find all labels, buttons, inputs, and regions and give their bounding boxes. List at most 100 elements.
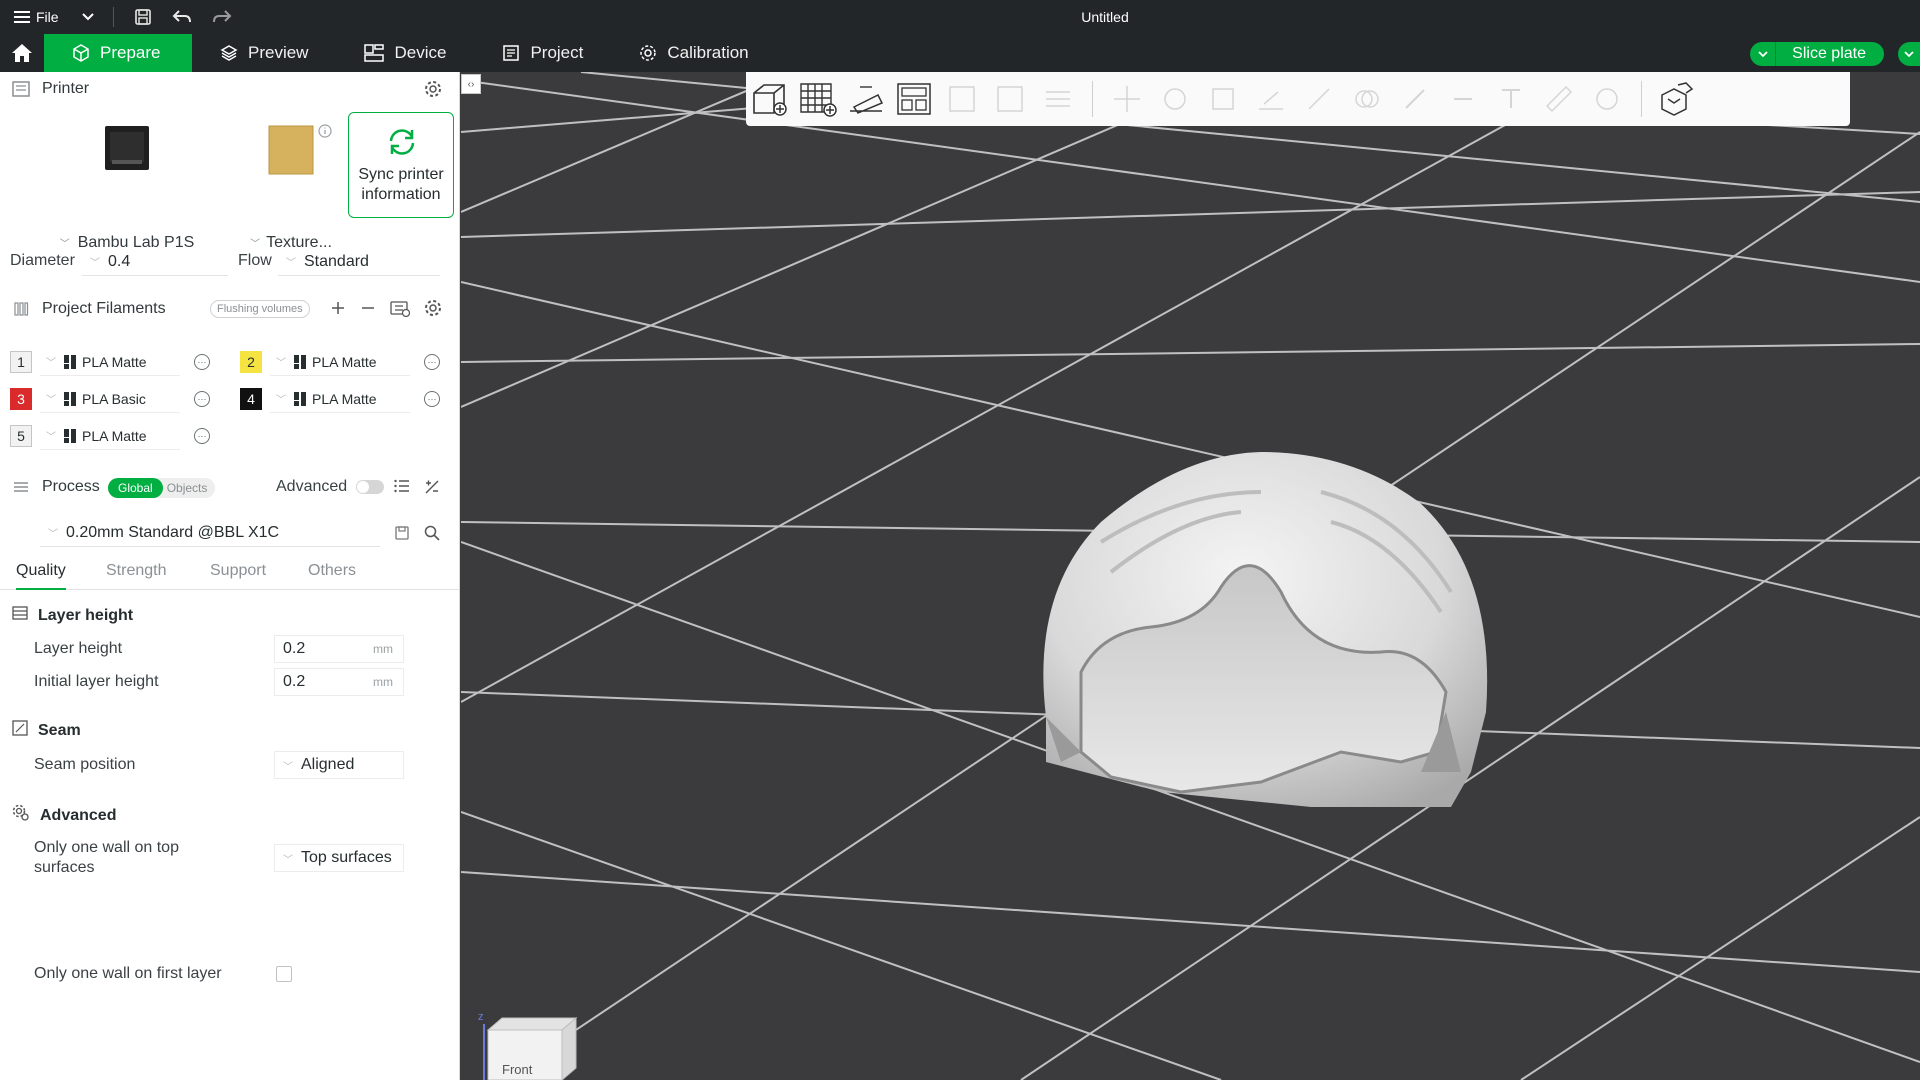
rotate-icon[interactable]	[1151, 75, 1199, 123]
sync-printer-button[interactable]: Sync printer information	[348, 112, 454, 218]
divider	[112, 7, 114, 27]
global-toggle-option[interactable]: Global	[108, 478, 163, 498]
seam-painting-icon[interactable]	[1439, 75, 1487, 123]
one-wall-first-layer-checkbox[interactable]	[276, 966, 292, 982]
advanced-label: Advanced	[276, 478, 348, 495]
add-object-icon[interactable]	[746, 75, 794, 123]
filament-type-select[interactable]: ﹀ PLA Matte	[270, 348, 410, 376]
assembly-view-icon[interactable]	[1652, 75, 1700, 123]
color-painting-icon[interactable]	[1583, 75, 1631, 123]
seam-position-value: Aligned	[301, 756, 355, 773]
tab-strength[interactable]: Strength	[106, 562, 166, 580]
chevron-down-icon[interactable]	[81, 9, 95, 25]
printer-selector[interactable]: ﹀ Bambu Lab P1S	[52, 124, 202, 254]
filament-type-select[interactable]: ﹀ PLA Matte	[40, 348, 180, 376]
flow-value: Standard	[304, 252, 369, 270]
info-icon[interactable]	[318, 124, 332, 143]
file-menu-button[interactable]: File	[14, 9, 59, 25]
tab-calibration[interactable]: Calibration	[611, 34, 776, 72]
slice-plate-control: Slice plate	[1750, 42, 1884, 66]
layer-height-group-header: Layer height	[12, 606, 133, 625]
tab-preview[interactable]: Preview	[192, 34, 336, 72]
add-filament-icon[interactable]	[330, 300, 346, 321]
hamburger-icon	[14, 11, 30, 23]
sync-ams-icon[interactable]	[390, 299, 411, 322]
tab-label: Preview	[248, 43, 309, 62]
split-parts-icon[interactable]	[986, 75, 1034, 123]
tab-quality[interactable]: Quality	[16, 562, 66, 590]
seam-group-header: Seam	[12, 720, 81, 741]
collapse-sidebar-button[interactable]: ‹›	[461, 74, 481, 94]
filaments-section-header: Project Filaments	[12, 300, 166, 318]
edit-filament-icon[interactable]: ⋯	[424, 354, 440, 370]
tab-project[interactable]: Project	[474, 34, 611, 72]
tab-support[interactable]: Support	[210, 562, 266, 580]
initial-layer-height-input[interactable]: 0.2 mm	[274, 668, 404, 696]
unit-label: mm	[373, 675, 393, 689]
3d-viewport[interactable]	[461, 72, 1920, 1080]
seam-icon	[12, 720, 28, 741]
slice-dropdown-button[interactable]	[1750, 42, 1777, 66]
diameter-select[interactable]: ﹀ 0.4	[82, 248, 228, 276]
filament-type-select[interactable]: ﹀ PLA Matte	[270, 385, 410, 413]
bambu-logo-icon	[64, 391, 76, 406]
more-dropdown-button[interactable]	[1898, 42, 1920, 66]
main-nav: Prepare Preview Device Project Calibrati…	[0, 34, 1920, 72]
filament-settings-icon[interactable]	[424, 299, 442, 322]
filament-color-swatch[interactable]: 2	[240, 351, 262, 373]
edit-filament-icon[interactable]: ⋯	[194, 354, 210, 370]
seam-position-select[interactable]: ﹀ Aligned	[274, 751, 404, 779]
edit-filament-icon[interactable]: ⋯	[424, 391, 440, 407]
add-plate-icon[interactable]	[794, 75, 842, 123]
flushing-volumes-button[interactable]: Flushing volumes	[210, 300, 310, 318]
compare-icon[interactable]	[424, 479, 440, 500]
edit-filament-icon[interactable]: ⋯	[194, 428, 210, 444]
printer-settings-icon[interactable]	[424, 80, 442, 103]
title-bar: File Untitled	[0, 0, 1920, 34]
lay-on-face-icon[interactable]	[1247, 75, 1295, 123]
redo-icon[interactable]	[212, 9, 232, 25]
home-button[interactable]	[0, 34, 44, 72]
text-shape-icon[interactable]	[1487, 75, 1535, 123]
chevron-down-icon: ﹀	[46, 358, 56, 369]
filament-color-swatch[interactable]: 5	[10, 425, 32, 447]
split-objects-icon[interactable]	[938, 75, 986, 123]
scale-icon[interactable]	[1199, 75, 1247, 123]
view-cube[interactable]: z Front	[478, 1010, 588, 1080]
support-painting-icon[interactable]	[1391, 75, 1439, 123]
auto-orient-icon[interactable]	[842, 75, 890, 123]
flow-select[interactable]: ﹀ Standard	[278, 248, 440, 276]
home-icon	[12, 44, 32, 62]
save-icon[interactable]	[134, 8, 152, 26]
filament-color-swatch[interactable]: 3	[10, 388, 32, 410]
cut-icon[interactable]	[1295, 75, 1343, 123]
filament-type-select[interactable]: ﹀ PLA Matte	[40, 422, 180, 450]
measure-icon[interactable]	[1535, 75, 1583, 123]
boolean-icon[interactable]	[1343, 75, 1391, 123]
filament-type-select[interactable]: ﹀ PLA Basic	[40, 385, 180, 413]
one-wall-top-select[interactable]: ﹀ Top surfaces	[274, 844, 404, 872]
filament-color-swatch[interactable]: 4	[240, 388, 262, 410]
advanced-switch[interactable]	[356, 480, 384, 494]
tab-device[interactable]: Device	[336, 34, 474, 72]
tab-others[interactable]: Others	[308, 562, 356, 580]
objects-toggle-option[interactable]: Objects	[163, 478, 216, 498]
layer-height-input[interactable]: 0.2 mm	[274, 635, 404, 663]
undo-icon[interactable]	[172, 9, 192, 25]
move-icon[interactable]	[1103, 75, 1151, 123]
layers-editing-icon[interactable]	[1034, 75, 1082, 123]
filament-color-swatch[interactable]: 1	[10, 351, 32, 373]
remove-filament-icon[interactable]	[360, 300, 376, 321]
process-preset-select[interactable]: ﹀ 0.20mm Standard @BBL X1C	[40, 519, 380, 547]
search-icon[interactable]	[424, 525, 440, 546]
edit-filament-icon[interactable]: ⋯	[194, 391, 210, 407]
flow-label: Flow	[238, 252, 272, 269]
tab-prepare[interactable]: Prepare	[44, 34, 192, 72]
plate-selector[interactable]: ﹀ Texture...	[236, 124, 346, 254]
slice-plate-button[interactable]: Slice plate	[1776, 42, 1884, 66]
arrange-icon[interactable]	[890, 75, 938, 123]
toolbar-divider	[1092, 81, 1093, 117]
sync-icon	[389, 129, 415, 155]
list-icon[interactable]	[394, 479, 410, 498]
save-preset-icon[interactable]	[394, 525, 410, 546]
